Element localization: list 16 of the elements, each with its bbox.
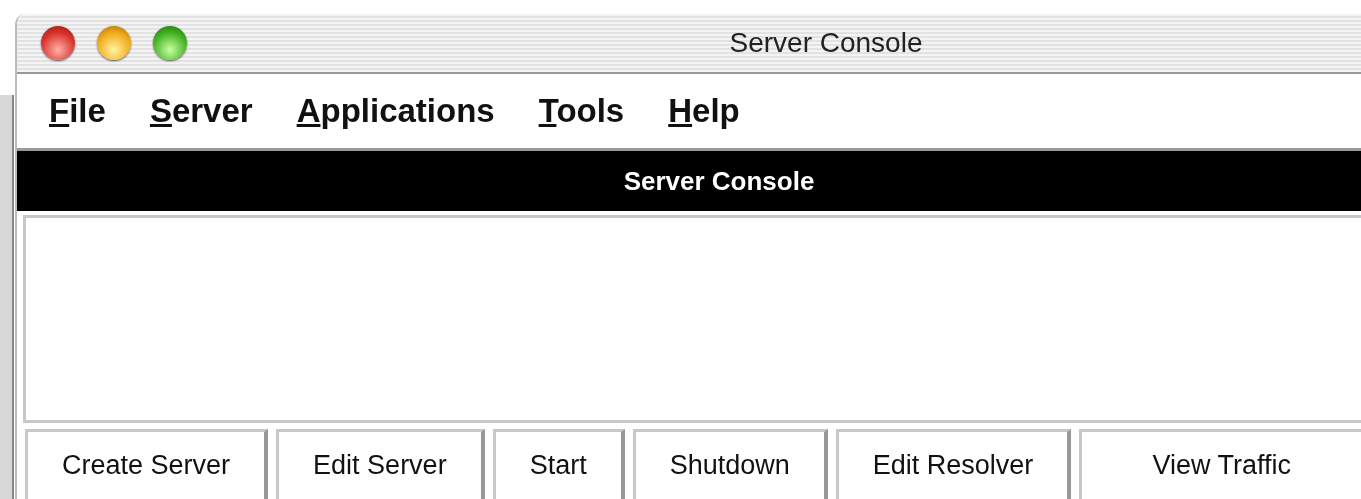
- menu-item[interactable]: Applications: [296, 92, 495, 131]
- toolbar-button[interactable]: Create Server: [25, 429, 269, 499]
- minimize-button[interactable]: [97, 26, 131, 61]
- toolbar-button[interactable]: Shutdown: [632, 429, 828, 499]
- header-title: Server Console: [623, 165, 815, 197]
- close-button[interactable]: [41, 26, 75, 61]
- menu-item[interactable]: Tools: [538, 92, 625, 131]
- window-title: Server Console: [728, 27, 924, 60]
- zoom-button[interactable]: [153, 26, 187, 61]
- toolbar-button[interactable]: Edit Server: [276, 429, 485, 499]
- toolbar-button[interactable]: Start: [492, 429, 625, 499]
- toolbar-button[interactable]: Edit Resolver: [835, 429, 1072, 499]
- menu-item[interactable]: File: [49, 92, 106, 131]
- menu-item[interactable]: Help: [668, 92, 740, 131]
- menu-item[interactable]: Server: [149, 92, 253, 131]
- toolbar-button[interactable]: View Traffic: [1079, 429, 1361, 499]
